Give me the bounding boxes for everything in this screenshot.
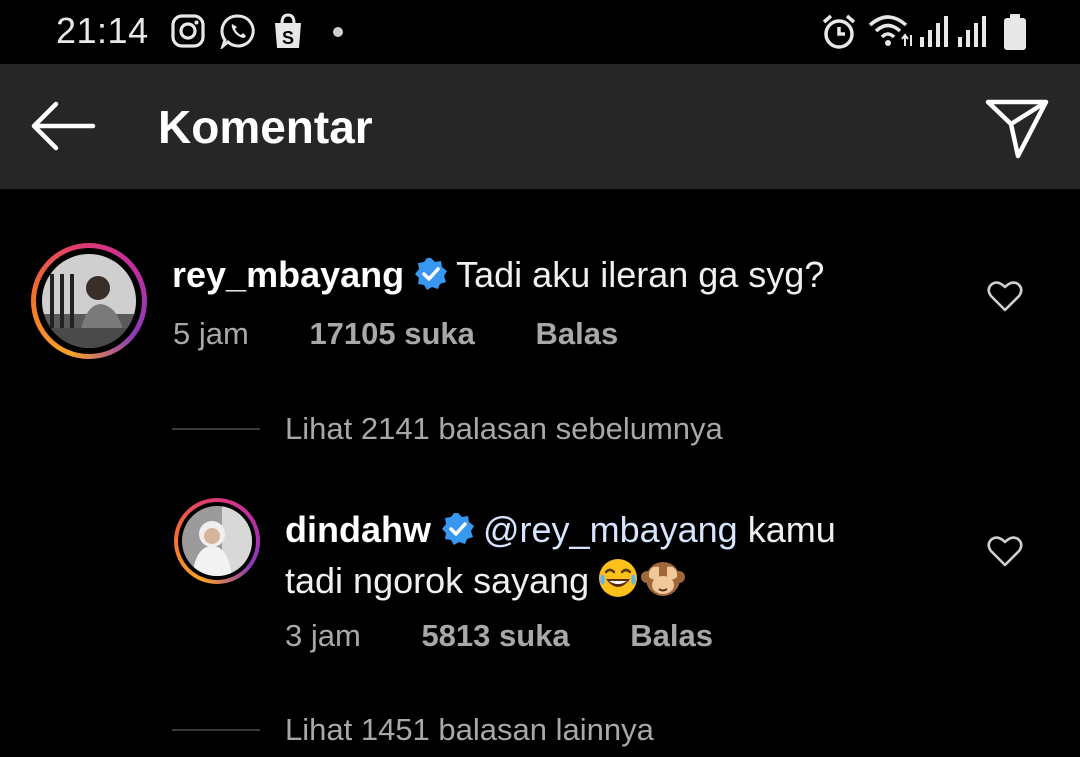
signal-icon (920, 16, 948, 47)
reply-button[interactable]: Balas (536, 316, 619, 351)
reply-text-line-1: dindahw @rey_mbayang kamu (285, 509, 836, 551)
verified-badge-icon (415, 258, 448, 290)
send-icon (985, 99, 1049, 159)
instagram-icon (171, 14, 205, 48)
avatar-photo-icon (182, 506, 252, 576)
status-time: 21:14 (56, 10, 149, 51)
view-more-replies-link[interactable]: Lihat 1451 balasan lainnya (285, 712, 654, 748)
comment-username[interactable]: rey_mbayang (172, 254, 404, 295)
reply-reply-button[interactable]: Balas (630, 618, 713, 653)
heart-icon[interactable] (987, 280, 1023, 312)
divider-line (172, 729, 260, 731)
divider-line (172, 428, 260, 430)
alarm-icon (822, 14, 856, 49)
battery-icon (1004, 14, 1026, 50)
svg-text:S: S (282, 28, 294, 48)
heart-icon[interactable] (987, 535, 1023, 567)
avatar[interactable] (31, 243, 147, 359)
reply-text-continued: tadi ngorok sayang (285, 560, 590, 601)
laughing-emoji-icon (599, 559, 638, 597)
wifi-icon (868, 15, 912, 46)
comment-time: 5 jam (173, 316, 249, 351)
page-title: Komentar (158, 101, 373, 153)
reply-likes[interactable]: 5813 suka (421, 618, 569, 653)
shopee-icon: S (275, 13, 301, 48)
comment-meta: 5 jam 17105 suka Balas (173, 316, 618, 352)
dot-icon (333, 27, 343, 37)
status-bar: 21:14 S (0, 0, 1080, 64)
share-button[interactable] (984, 94, 1050, 160)
reply-username[interactable]: dindahw (285, 509, 431, 550)
view-previous-replies-link[interactable]: Lihat 2141 balasan sebelumnya (285, 411, 723, 447)
signal-icon (958, 16, 986, 47)
reply-text-line-2: tadi ngorok sayang (285, 557, 686, 602)
header-bar: Komentar (0, 64, 1080, 189)
comment-text: Tadi aku ileran ga syg? (456, 254, 825, 295)
reply-text: kamu (747, 509, 836, 550)
reply-meta: 3 jam 5813 suka Balas (285, 618, 713, 654)
comment-likes[interactable]: 17105 suka (309, 316, 474, 351)
mention-link[interactable]: @rey_mbayang (483, 509, 738, 550)
see-no-evil-monkey-emoji-icon (641, 562, 686, 596)
comment-text-line: rey_mbayang Tadi aku ileran ga syg? (172, 254, 824, 296)
avatar-photo-icon (42, 254, 136, 348)
whatsapp-icon (220, 14, 255, 49)
avatar[interactable] (174, 498, 260, 584)
back-button[interactable] (28, 96, 98, 156)
verified-badge-icon (442, 513, 474, 545)
arrow-left-icon (31, 101, 96, 151)
reply-time: 3 jam (285, 618, 361, 653)
